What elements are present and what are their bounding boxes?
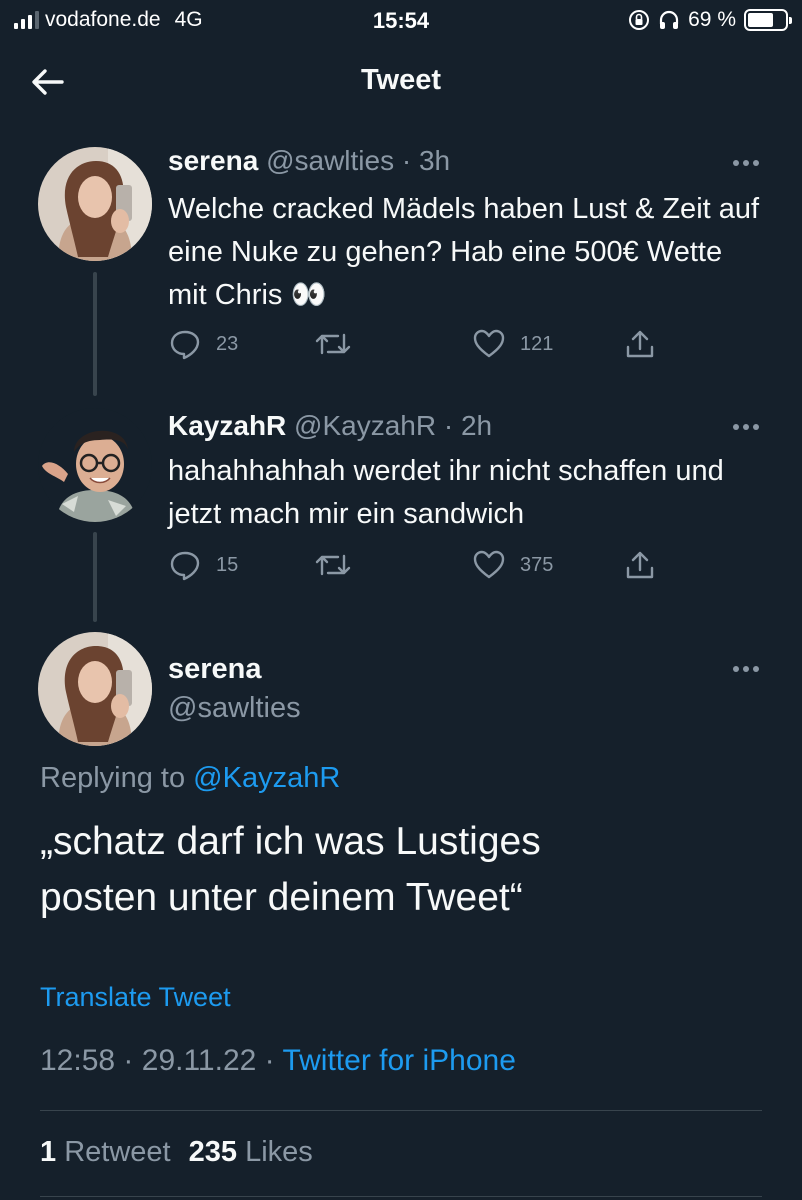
tweet-timestamp: 12:58 · 29.11.22 · Twitter for iPhone (40, 1044, 516, 1078)
like-count: 121 (520, 332, 554, 355)
retweets-stat[interactable]: 1 Retweet (40, 1136, 171, 1168)
reply-icon (170, 551, 200, 581)
more-icon[interactable] (731, 422, 761, 432)
tweet-source-link[interactable]: Twitter for iPhone (282, 1044, 515, 1077)
replying-to-link[interactable]: @KayzahR (193, 762, 340, 794)
likes-stat[interactable]: 235 Likes (189, 1136, 313, 1168)
tweet-actions: 15 375 (168, 548, 668, 584)
divider (40, 1110, 762, 1111)
more-icon[interactable] (731, 158, 761, 168)
share-icon (626, 330, 654, 358)
avatar-kayzahr[interactable] (38, 408, 152, 522)
tweet-header: KayzahR @KayzahR · 2h (168, 410, 492, 442)
separator: · (264, 1044, 275, 1077)
likes-count: 235 (188, 1136, 238, 1168)
battery-percent: 69 % (688, 8, 736, 31)
tweet-time: · 2h (443, 410, 493, 441)
tweet-text: Welche cracked Mädels haben Lust & Zeit … (168, 193, 760, 311)
headphones-icon (660, 10, 679, 29)
retweet-button[interactable] (314, 327, 352, 361)
tweet-stats: 1 Retweet 235 Likes (40, 1136, 313, 1169)
author-handle[interactable]: @KayzahR (294, 410, 436, 441)
tweet-actions: 23 121 (168, 327, 668, 363)
main-author-handle[interactable]: @sawlties (168, 692, 301, 725)
main-tweet-text: „schatz darf ich was Lustiges posten unt… (40, 820, 541, 919)
tweet-header: serena @sawlties · 3h (168, 145, 450, 177)
retweet-button[interactable] (314, 548, 352, 582)
tweet-time: · 3h (401, 145, 451, 176)
author-handle[interactable]: @sawlties (266, 145, 394, 176)
reply-count: 23 (216, 332, 239, 355)
replying-to: Replying to @KayzahR (40, 762, 340, 795)
share-button[interactable] (624, 327, 656, 361)
tweet-time: 12:58 (40, 1044, 116, 1077)
thread-line (93, 532, 97, 622)
reply-button[interactable]: 23 (168, 327, 238, 361)
retweet-icon (315, 333, 351, 355)
reply-button[interactable]: 15 (168, 548, 238, 582)
retweets-count: 1 (40, 1136, 57, 1168)
replying-prefix: Replying to (40, 762, 194, 794)
heart-icon (473, 550, 505, 579)
like-count: 375 (520, 553, 554, 576)
main-author-name[interactable]: serena (168, 653, 262, 686)
status-bar: vodafone.de 4G 15:54 69 % (0, 0, 802, 44)
avatar-serena[interactable] (38, 147, 152, 261)
tweet-date: 29.11.22 (141, 1044, 257, 1077)
battery-icon (744, 9, 792, 31)
likes-label: Likes (245, 1136, 313, 1168)
share-icon (626, 551, 654, 579)
author-name[interactable]: serena (168, 145, 258, 176)
avatar-serena-main[interactable] (38, 632, 152, 746)
heart-icon (473, 329, 505, 358)
status-right: 69 % (628, 8, 792, 32)
retweet-icon (315, 554, 351, 576)
tweet-text: hahahhahhah werdet ihr nicht schaffen un… (168, 455, 724, 530)
author-name[interactable]: KayzahR (168, 410, 286, 441)
translate-link[interactable]: Translate Tweet (40, 982, 231, 1013)
reply-count: 15 (216, 553, 239, 576)
page-title: Tweet (360, 64, 442, 96)
orientation-lock-icon (629, 10, 650, 30)
reply-icon (170, 330, 200, 360)
share-button[interactable] (624, 548, 656, 582)
separator: · (123, 1044, 134, 1077)
retweets-label: Retweet (64, 1136, 171, 1168)
divider (40, 1196, 762, 1197)
thread-line (93, 272, 97, 396)
like-button[interactable]: 375 (472, 548, 553, 582)
more-icon[interactable] (731, 664, 761, 674)
like-button[interactable]: 121 (472, 327, 553, 361)
